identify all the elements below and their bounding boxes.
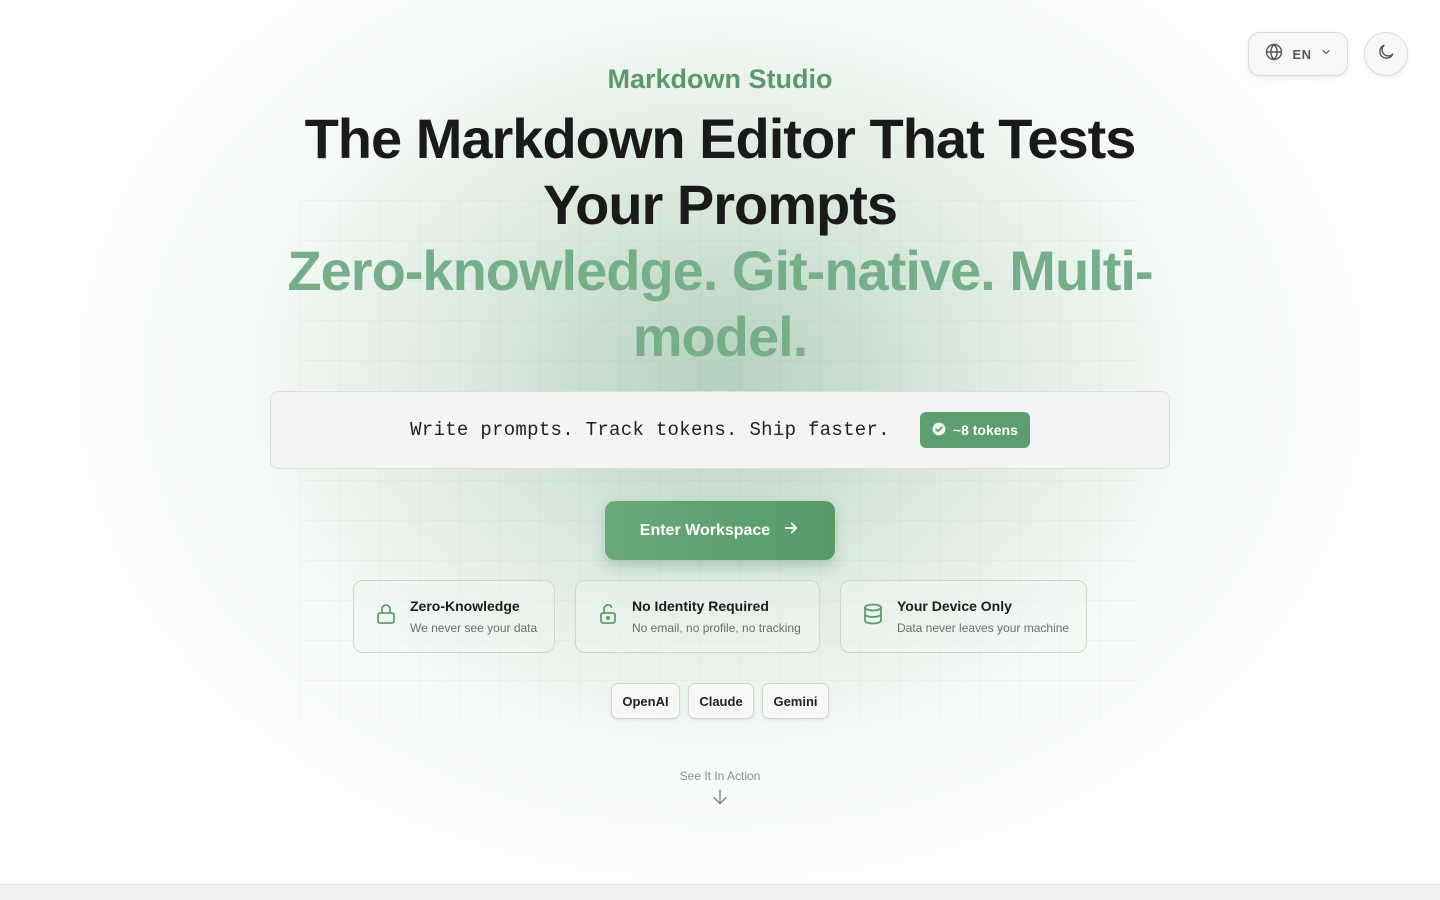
arrow-right-icon — [782, 519, 800, 542]
page-title: The Markdown Editor That Tests Your Prom… — [304, 107, 1137, 236]
moon-icon — [1376, 42, 1396, 67]
lock-icon — [374, 602, 398, 631]
feature-title: Zero-Knowledge — [410, 598, 520, 614]
enter-workspace-label: Enter Workspace — [639, 521, 771, 539]
token-count-label: ~8 tokens — [952, 422, 1018, 438]
check-circle-icon — [932, 422, 946, 439]
feature-title: Your Device Only — [897, 598, 1012, 614]
chevron-down-icon — [1320, 45, 1332, 63]
footer-edge — [0, 884, 1440, 900]
see-it-in-action-link[interactable]: See It In Action — [620, 769, 820, 810]
prompt-demo-box: Write prompts. Track tokens. Ship faster… — [270, 391, 1170, 469]
globe-icon — [1264, 42, 1284, 67]
feature-description: We never see your data — [410, 621, 538, 635]
feature-description: No email, no profile, no tracking — [632, 621, 801, 635]
see-it-in-action-label: See It In Action — [679, 769, 761, 783]
feature-title: No Identity Required — [632, 598, 769, 614]
model-pill-gemini[interactable]: Gemini — [762, 683, 829, 719]
feature-card-no-identity: No Identity Required No email, no profil… — [575, 580, 820, 653]
language-code: EN — [1292, 46, 1312, 62]
arrow-down-icon — [620, 787, 820, 810]
feature-description: Data never leaves your machine — [897, 621, 1070, 635]
model-pill-openai[interactable]: OpenAI — [611, 683, 680, 719]
database-icon — [861, 602, 885, 631]
feature-card-device-only: Your Device Only Data never leaves your … — [840, 580, 1087, 653]
unlock-icon — [596, 602, 620, 631]
model-pill-claude[interactable]: Claude — [688, 683, 754, 719]
page-subtitle: Zero-knowledge. Git-native. Multi-model. — [287, 239, 1153, 368]
feature-card-zero-knowledge: Zero-Knowledge We never see your data — [353, 580, 555, 653]
brand-name: Markdown Studio — [607, 64, 833, 94]
enter-workspace-button[interactable]: Enter Workspace — [605, 501, 835, 560]
prompt-demo-text: Write prompts. Track tokens. Ship faster… — [410, 419, 890, 441]
token-count-badge: ~8 tokens — [919, 412, 1030, 448]
